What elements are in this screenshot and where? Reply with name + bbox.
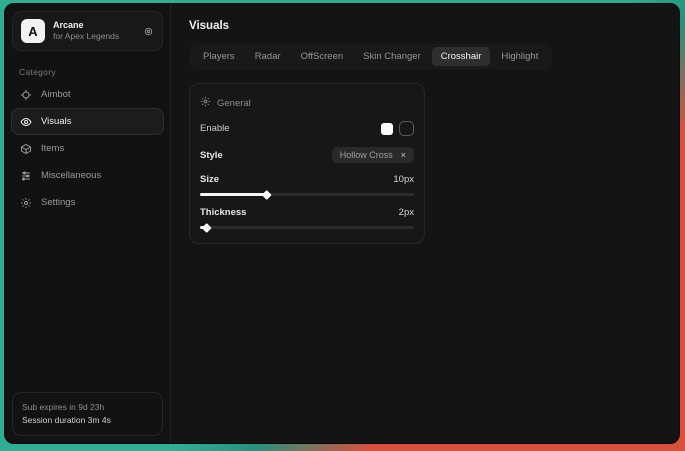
gear-icon (20, 197, 32, 209)
sidebar: A Arcane for Apex Legends Category Aimbo… (5, 4, 171, 443)
app-logo: A (21, 19, 45, 43)
thickness-row: Thickness 2px (200, 207, 414, 218)
size-value: 10px (393, 174, 414, 185)
app-header: A Arcane for Apex Legends (12, 11, 163, 51)
tab-offscreen[interactable]: OffScreen (292, 47, 353, 66)
style-dropdown[interactable]: Hollow Cross × (332, 147, 414, 163)
sidebar-item-aimbot[interactable]: Aimbot (11, 81, 164, 108)
general-card: General Enable Style Hollow Cross × Size… (189, 83, 425, 244)
box-icon (20, 143, 32, 155)
sidebar-item-miscellaneous[interactable]: Miscellaneous (11, 162, 164, 189)
app-window: A Arcane for Apex Legends Category Aimbo… (4, 3, 680, 444)
sidebar-item-label: Aimbot (41, 89, 71, 100)
main-content: Visuals Players Radar OffScreen Skin Cha… (171, 4, 679, 443)
eye-icon (20, 116, 32, 128)
subscription-info: Sub expires in 9d 23h Session duration 3… (12, 392, 163, 436)
sidebar-item-settings[interactable]: Settings (11, 189, 164, 216)
thickness-slider[interactable] (200, 226, 414, 229)
style-row: Style Hollow Cross × (200, 147, 414, 163)
session-duration-text: Session duration 3m 4s (22, 414, 153, 427)
category-label: Category (19, 67, 170, 77)
target-icon[interactable] (143, 26, 154, 37)
tab-crosshair[interactable]: Crosshair (432, 47, 491, 66)
crosshair-icon (20, 89, 32, 101)
style-selected-value: Hollow Cross (340, 150, 393, 160)
size-slider[interactable] (200, 193, 414, 196)
thickness-label: Thickness (200, 207, 246, 218)
sidebar-item-label: Items (41, 143, 64, 154)
sub-expires-text: Sub expires in 9d 23h (22, 401, 153, 414)
sliders-icon (20, 170, 32, 182)
card-header: General (200, 96, 414, 110)
tab-players[interactable]: Players (194, 47, 244, 66)
enable-checkbox[interactable] (399, 121, 414, 136)
app-name: Arcane (53, 20, 135, 31)
tab-radar[interactable]: Radar (246, 47, 290, 66)
gear-icon (200, 96, 211, 110)
thickness-slider-thumb[interactable] (202, 223, 212, 233)
sidebar-item-label: Miscellaneous (41, 170, 101, 181)
sidebar-item-label: Settings (41, 197, 75, 208)
tab-highlight[interactable]: Highlight (492, 47, 547, 66)
enable-row: Enable (200, 121, 414, 136)
sidebar-item-items[interactable]: Items (11, 135, 164, 162)
app-subtitle: for Apex Legends (53, 31, 135, 42)
color-swatch[interactable] (381, 123, 393, 135)
size-row: Size 10px (200, 174, 414, 185)
card-header-label: General (217, 98, 251, 109)
enable-label: Enable (200, 123, 230, 134)
clear-icon[interactable]: × (401, 150, 406, 160)
sidebar-nav: Aimbot Visuals Items (5, 81, 170, 216)
size-label: Size (200, 174, 219, 185)
thickness-value: 2px (399, 207, 414, 218)
page-title: Visuals (189, 20, 661, 32)
style-label: Style (200, 150, 223, 161)
tab-skin-changer[interactable]: Skin Changer (354, 47, 430, 66)
visuals-tabbar: Players Radar OffScreen Skin Changer Cro… (189, 44, 552, 69)
sidebar-item-label: Visuals (41, 116, 71, 127)
sidebar-item-visuals[interactable]: Visuals (11, 108, 164, 135)
size-slider-thumb[interactable] (262, 190, 272, 200)
